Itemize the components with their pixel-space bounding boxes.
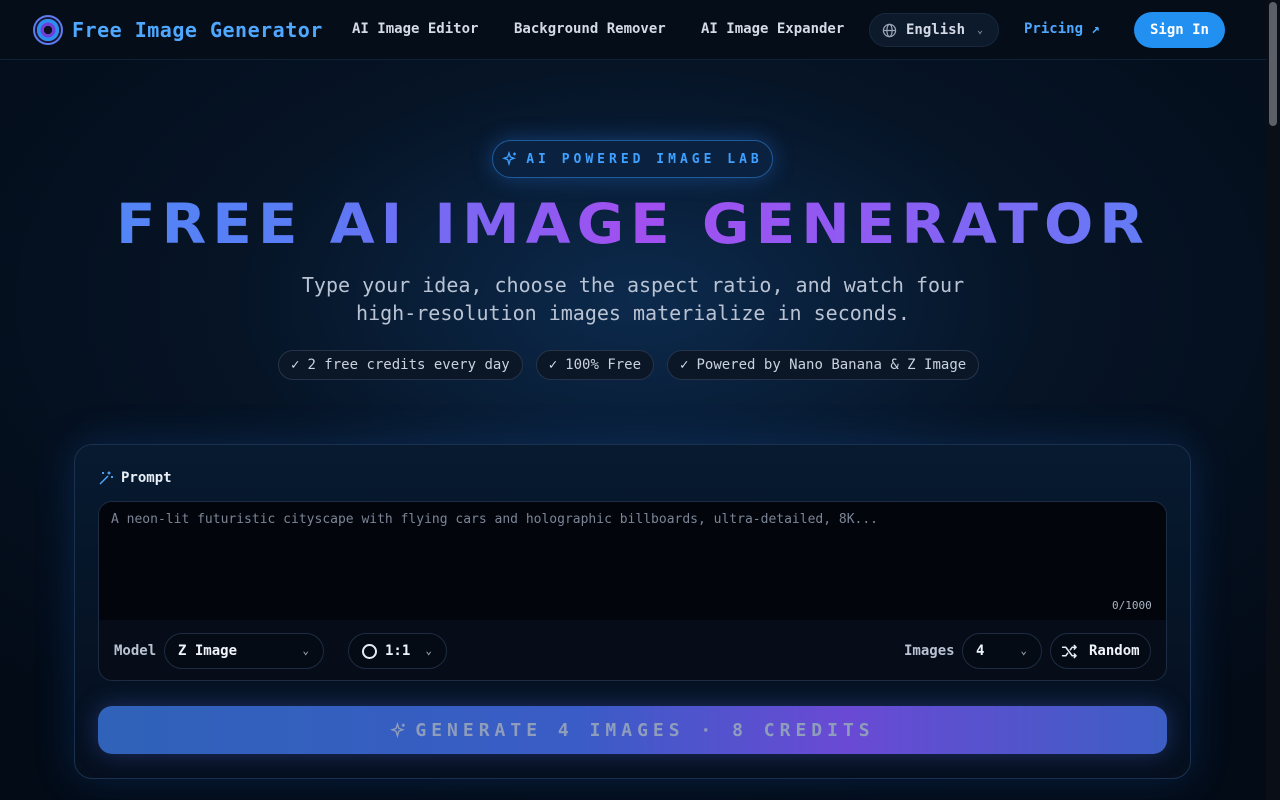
brand-link[interactable]: Free Image Generator xyxy=(33,15,323,45)
chevron-down-icon: ⌄ xyxy=(1020,644,1027,657)
model-label: Model xyxy=(114,643,157,659)
images-count-value: 4 xyxy=(976,643,985,659)
random-prompt-button[interactable]: Random xyxy=(1050,633,1151,669)
brand-logo-icon xyxy=(33,15,63,45)
hero-subtitle-line-1: Type your idea, choose the aspect ratio,… xyxy=(301,273,965,297)
language-label: English xyxy=(906,22,966,38)
model-select-value: Z Image xyxy=(178,643,238,659)
feature-chip-free-credits: ✓ 2 free credits every day xyxy=(278,350,523,380)
aspect-ratio-select[interactable]: 1:1 ⌄ xyxy=(348,633,447,669)
images-label: Images xyxy=(904,643,955,659)
feature-chip-free: ✓ 100% Free xyxy=(535,350,655,380)
model-select[interactable]: Z Image ⌄ xyxy=(164,633,324,669)
check-icon: ✓ xyxy=(291,357,300,373)
chevron-down-icon: ⌄ xyxy=(302,644,309,657)
check-icon: ✓ xyxy=(680,357,689,373)
feature-chip-label: 100% Free xyxy=(565,357,642,373)
hero-badge: AI POWERED IMAGE LAB xyxy=(492,140,773,178)
page-title: FREE AI IMAGE GENERATOR xyxy=(0,192,1266,257)
aspect-ratio-value: 1:1 xyxy=(385,643,411,659)
prompt-label: Prompt xyxy=(98,470,172,486)
chevron-down-icon: ⌄ xyxy=(425,644,432,657)
hero-badge-label: AI POWERED IMAGE LAB xyxy=(526,151,763,167)
nav-link-background-remover[interactable]: Background Remover xyxy=(514,21,666,37)
nav-link-ai-image-editor[interactable]: AI Image Editor xyxy=(352,21,478,37)
random-button-label: Random xyxy=(1089,643,1140,659)
feature-chip-label: Powered by Nano Banana & Z Image xyxy=(696,357,967,373)
character-counter: 0/1000 xyxy=(1112,599,1152,612)
shuffle-icon xyxy=(1061,644,1077,658)
circle-icon xyxy=(362,643,377,659)
feature-chip-powered-by: ✓ Powered by Nano Banana & Z Image xyxy=(667,350,980,380)
brand-name: Free Image Generator xyxy=(72,18,323,42)
prompt-label-text: Prompt xyxy=(121,470,172,486)
globe-icon xyxy=(882,23,897,37)
top-navigation-bar: Free Image Generator AI Image Editor Bac… xyxy=(0,0,1266,60)
chevron-down-icon: ⌄ xyxy=(977,24,984,36)
nav-link-pricing[interactable]: Pricing ↗ xyxy=(1024,21,1100,37)
magic-wand-icon xyxy=(99,471,113,485)
scrollbar-thumb[interactable] xyxy=(1269,2,1277,126)
hero-subtitle-line-2: high-resolution images materialize in se… xyxy=(356,301,910,325)
feature-chip-label: 2 free credits every day xyxy=(307,357,510,373)
generate-button-label: GENERATE 4 IMAGES · 8 CREDITS xyxy=(415,719,875,741)
hero-subtitle: Type your idea, choose the aspect ratio,… xyxy=(0,271,1266,327)
feature-chips: ✓ 2 free credits every day ✓ 100% Free ✓… xyxy=(278,350,980,380)
generate-button[interactable]: GENERATE 4 IMAGES · 8 CREDITS xyxy=(98,706,1167,754)
prompt-input[interactable] xyxy=(99,502,1166,620)
language-selector[interactable]: English ⌄ xyxy=(869,13,999,47)
check-icon: ✓ xyxy=(548,357,558,373)
sparkle-icon xyxy=(390,721,406,738)
sparkle-icon xyxy=(502,151,517,167)
sign-in-button[interactable]: Sign In xyxy=(1134,12,1225,48)
images-count-select[interactable]: 4 ⌄ xyxy=(962,633,1042,669)
nav-link-ai-image-expander[interactable]: AI Image Expander xyxy=(701,21,844,37)
